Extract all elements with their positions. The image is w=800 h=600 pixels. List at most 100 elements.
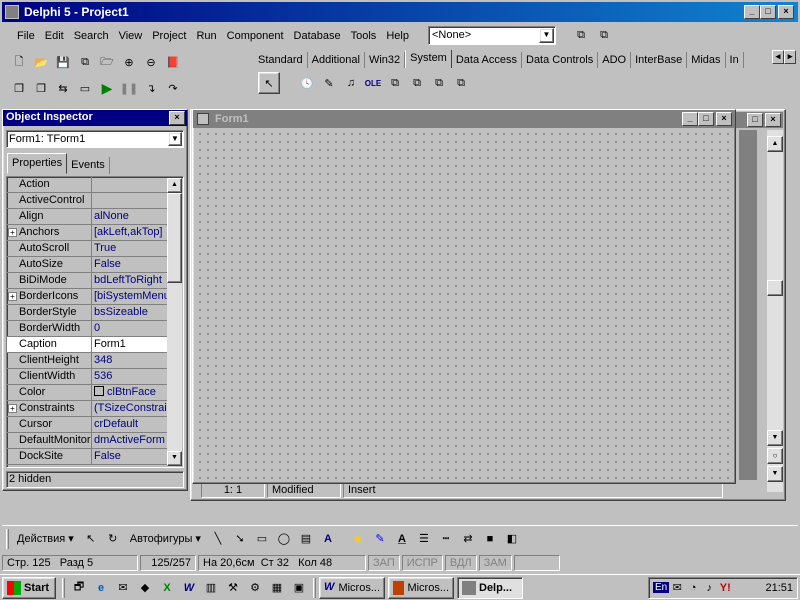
property-value[interactable] — [92, 193, 169, 208]
new-form-icon[interactable]: ▭ — [74, 77, 96, 99]
menu-item-view[interactable]: View — [114, 27, 148, 45]
chevron-down-icon[interactable]: ▼ — [168, 132, 182, 146]
trk-indicator[interactable]: ИСПР — [401, 555, 443, 571]
excel-icon[interactable]: X — [156, 577, 178, 599]
toggle-form-unit-icon[interactable]: ⇆ — [52, 77, 74, 99]
paintbox-icon[interactable]: ✎ — [318, 72, 340, 94]
menu-item-tools[interactable]: Tools — [346, 27, 382, 45]
property-row[interactable]: AutoScroll True — [7, 241, 169, 257]
property-value[interactable]: False — [92, 449, 169, 464]
editor-scrollbar[interactable]: ▲ ▼ ○ ▼ — [767, 130, 783, 492]
menu-item-project[interactable]: Project — [147, 27, 191, 45]
arrow-icon[interactable]: ➘ — [229, 528, 251, 550]
scroll-down-icon[interactable]: ▼ — [767, 430, 783, 446]
property-value[interactable]: 536 — [92, 369, 169, 384]
palette-tab-interbase[interactable]: InterBase — [631, 52, 688, 68]
property-value[interactable]: crDefault — [92, 417, 169, 432]
rectangle-icon[interactable]: ▭ — [251, 528, 273, 550]
arrow-style-icon[interactable]: ⇄ — [457, 528, 479, 550]
outlook-express-icon[interactable]: ✉ — [112, 577, 134, 599]
form-maximize-button[interactable]: □ — [698, 112, 714, 126]
add-file-icon[interactable]: ⊕ — [118, 51, 140, 73]
minimize-button[interactable]: _ — [744, 5, 760, 19]
property-value[interactable] — [92, 177, 169, 192]
new-icon[interactable]: 🗋 — [8, 51, 30, 73]
expand-icon[interactable]: + — [8, 404, 17, 413]
scroll-thumb[interactable] — [767, 280, 783, 296]
property-value[interactable]: Form1 — [92, 337, 169, 352]
tab-properties[interactable]: Properties — [7, 153, 68, 174]
scroll-thumb[interactable] — [167, 193, 182, 283]
property-row[interactable]: ActiveControl — [7, 193, 169, 209]
property-row[interactable]: + Anchors [akLeft,akTop] — [7, 225, 169, 241]
open-icon[interactable]: 📂 — [30, 51, 52, 73]
step-over-icon[interactable]: ↷ — [162, 77, 184, 99]
wordart-icon[interactable]: A — [317, 528, 339, 550]
menu-item-help[interactable]: Help — [381, 27, 414, 45]
line-icon[interactable]: ╲ — [207, 528, 229, 550]
property-row[interactable]: ClientHeight 348 — [7, 353, 169, 369]
shadow-icon[interactable]: ■ — [479, 528, 501, 550]
save-all-icon[interactable]: ⧉ — [74, 51, 96, 73]
textbox-icon[interactable]: ▤ — [295, 528, 317, 550]
property-value[interactable]: (TSizeConstrain — [92, 401, 169, 416]
line-style-icon[interactable]: ☰ — [413, 528, 435, 550]
3d-icon[interactable]: ◧ — [501, 528, 523, 550]
property-value[interactable]: bsSizeable — [92, 305, 169, 320]
bookmark-icon[interactable]: ○ — [767, 448, 783, 464]
menu-item-component[interactable]: Component — [222, 27, 289, 45]
component-selector[interactable]: Form1: TForm1 ▼ — [6, 130, 184, 148]
tray-icon-3[interactable]: ♪ — [701, 577, 717, 599]
pause-icon[interactable]: ❚❚ — [118, 77, 140, 99]
taskbar-word-2[interactable]: Micros... — [388, 576, 454, 599]
property-value[interactable]: alNone — [92, 209, 169, 224]
form-minimize-button[interactable]: _ — [682, 112, 698, 126]
property-value[interactable]: bdLeftToRight — [92, 273, 169, 288]
property-row[interactable]: + BorderIcons [biSystemMenu, — [7, 289, 169, 305]
menu-item-run[interactable]: Run — [191, 27, 221, 45]
remove-file-icon[interactable]: ⊖ — [140, 51, 162, 73]
palette-tab-system[interactable]: System — [405, 50, 452, 68]
ddeserverconv-icon[interactable]: ⧉ — [428, 72, 450, 94]
maximize-button[interactable]: □ — [760, 5, 776, 19]
form-client-area[interactable] — [196, 130, 732, 480]
tray-icon-1[interactable]: ✉ — [669, 577, 685, 599]
ddeserveritem-icon[interactable]: ⧉ — [450, 72, 472, 94]
property-value[interactable]: False — [92, 257, 169, 272]
free-rotate-icon[interactable]: ↻ — [102, 528, 124, 550]
run-icon[interactable]: ▶ — [96, 77, 118, 99]
ovr-indicator[interactable]: ЗАМ — [478, 555, 512, 571]
tray-icon-4[interactable]: Y! — [717, 577, 733, 599]
editor-close-button[interactable]: × — [765, 113, 781, 127]
fill-color-icon[interactable]: ◈ — [347, 528, 369, 550]
internet-explorer-icon[interactable]: e — [90, 577, 112, 599]
start-button[interactable]: Start — [2, 576, 56, 599]
palette-tab-win32[interactable]: Win32 — [365, 52, 406, 68]
property-row[interactable]: BiDiMode bdLeftToRight — [7, 273, 169, 289]
property-row[interactable]: DockSite False — [7, 449, 169, 465]
pointer-icon[interactable]: ↖ — [258, 72, 280, 94]
palette-tab-data-controls[interactable]: Data Controls — [522, 52, 599, 68]
save-icon[interactable]: 💾 — [52, 51, 74, 73]
delphi-app-icon[interactable] — [5, 5, 19, 19]
dash-style-icon[interactable]: ┅ — [435, 528, 457, 550]
taskbar-delphi[interactable]: Delp... — [457, 576, 523, 599]
ddeclientconv-icon[interactable]: ⧉ — [384, 72, 406, 94]
oval-icon[interactable]: ◯ — [273, 528, 295, 550]
property-row[interactable]: Caption Form1 — [7, 337, 169, 353]
form-close-button[interactable]: × — [716, 112, 732, 126]
trace-into-icon[interactable]: ↴ — [140, 77, 162, 99]
editor-maximize-button[interactable]: □ — [747, 113, 763, 127]
app-icon-1[interactable]: ▥ — [200, 577, 222, 599]
tray-icon-2[interactable]: ◔ — [685, 577, 701, 599]
property-row[interactable]: Action — [7, 177, 169, 193]
tab-events[interactable]: Events — [67, 157, 110, 174]
palette-tab-in[interactable]: In — [726, 52, 744, 68]
configuration-combo[interactable]: <None> ▼ — [428, 26, 556, 45]
object-inspector-close-button[interactable]: × — [169, 111, 185, 125]
palette-tab-ado[interactable]: ADO — [598, 52, 632, 68]
palette-tab-standard[interactable]: Standard — [254, 52, 308, 68]
app-icon-2[interactable]: ⚒ — [222, 577, 244, 599]
form-icon[interactable] — [197, 113, 209, 125]
ext-indicator[interactable]: ВДЛ — [444, 555, 477, 571]
